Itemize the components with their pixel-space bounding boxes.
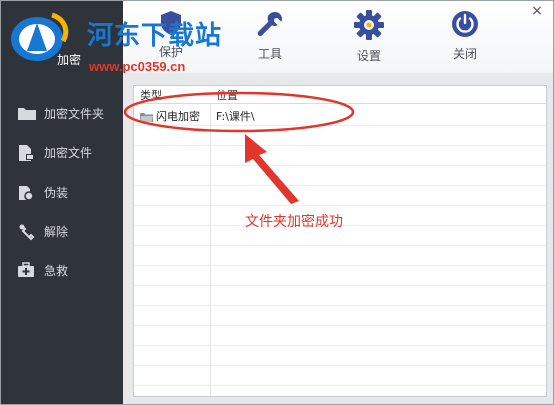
toolbar-close-button[interactable]: 关闭 [437, 9, 493, 69]
row-type: 闪电加密 [156, 110, 200, 123]
encrypted-items-table: 类型 位置 闪电加密 F:\课件\ [133, 85, 547, 397]
sidebar-item-firstaid[interactable]: 急救 [1, 252, 123, 288]
row-divider [134, 345, 546, 346]
sidebar-item-label: 伪装 [44, 186, 69, 200]
window-close-icon[interactable]: × [529, 3, 545, 19]
column-header-type[interactable]: 类型 [140, 87, 162, 103]
sidebar-item-label: 急救 [44, 264, 69, 278]
row-divider [134, 145, 546, 146]
sidebar-item-unlock[interactable]: 解除 [1, 213, 123, 249]
gear-icon [341, 9, 397, 41]
toolbar-tools-button[interactable]: 工具 [242, 9, 298, 69]
row-divider [134, 325, 546, 326]
column-separator [210, 86, 211, 396]
row-divider [134, 205, 546, 206]
row-location: F:\课件\ [216, 110, 255, 123]
app-window: 加密 保护 工具 设置 关闭 × 河东下载站 www.pc0359.cn 加密文… [0, 0, 554, 405]
row-divider [134, 385, 546, 386]
power-icon [437, 9, 493, 39]
row-divider [134, 365, 546, 366]
annotation-text: 文件夹加密成功 [245, 214, 343, 230]
row-divider [134, 305, 546, 306]
row-divider [134, 265, 546, 266]
sidebar: 加密文件夹 加密文件 伪装 解除 急救 [1, 73, 123, 404]
watermark-url: www.pc0359.cn [89, 59, 186, 74]
site-logo [11, 12, 69, 61]
column-header-location[interactable]: 位置 [216, 87, 238, 103]
toolbar-settings-label: 设置 [356, 49, 381, 63]
sidebar-item-encrypt-folder[interactable]: 加密文件夹 [1, 95, 123, 131]
toolbar-tools-label: 工具 [257, 47, 282, 61]
row-divider [134, 245, 546, 246]
sidebar-item-label: 加密文件 [44, 146, 93, 160]
table-row[interactable]: 闪电加密 F:\课件\ [134, 104, 546, 124]
main-panel: 类型 位置 闪电加密 F:\课件\ [123, 73, 553, 404]
sidebar-item-label: 加密文件夹 [44, 107, 105, 121]
table-header: 类型 位置 [134, 86, 546, 104]
toolbar-close-label: 关闭 [452, 47, 477, 61]
row-divider [134, 185, 546, 186]
row-divider [134, 165, 546, 166]
top-toolbar: 加密 保护 工具 设置 关闭 × [1, 1, 553, 73]
watermark-title: 河东下载站 [87, 21, 223, 51]
sidebar-item-encrypt-file[interactable]: 加密文件 [1, 134, 123, 170]
sidebar-item-label: 解除 [44, 225, 69, 239]
row-divider [134, 285, 546, 286]
wrench-icon [242, 9, 298, 39]
sidebar-item-disguise[interactable]: 伪装 [1, 174, 123, 210]
toolbar-settings-button[interactable]: 设置 [341, 9, 397, 69]
row-divider [134, 125, 546, 126]
